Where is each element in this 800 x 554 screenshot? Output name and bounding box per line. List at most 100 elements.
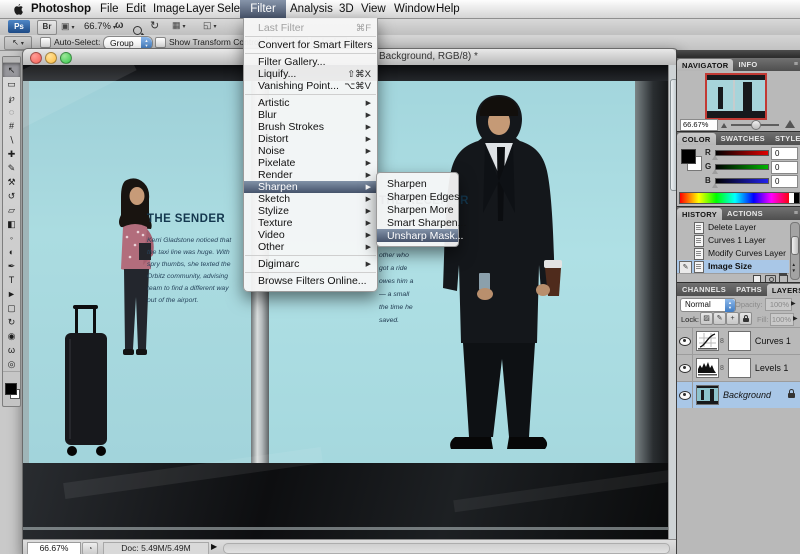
tool-3d-rotate[interactable]: ↻ — [3, 315, 20, 329]
visibility-toggle[interactable] — [677, 382, 693, 408]
menubar-item-analysis[interactable]: Analysis — [285, 0, 338, 18]
zoom-in-icon[interactable] — [785, 120, 795, 128]
zoom-level-dropdown[interactable]: 66.7%▾ — [84, 18, 116, 35]
red-value-field[interactable]: 0 — [771, 147, 798, 160]
background-layer-thumbnail[interactable] — [696, 385, 719, 405]
menubar-item-filter-active[interactable]: Filter — [240, 0, 286, 18]
layer-row-background-selected[interactable]: Background — [677, 381, 800, 408]
close-window-button[interactable] — [30, 52, 42, 64]
history-state-curves-1-layer[interactable]: Curves 1 Layer — [677, 234, 789, 247]
green-slider-thumb[interactable] — [712, 169, 718, 174]
tool-lasso[interactable]: ℘ — [3, 91, 20, 105]
tool-rectangular-marquee[interactable]: ▭ — [3, 77, 20, 91]
tab-info[interactable]: INFO — [733, 58, 762, 72]
menu-item-vanishing-point[interactable]: Vanishing Point...⌥⌘V — [244, 80, 377, 92]
history-state-delete-layer[interactable]: Delete Layer — [677, 221, 789, 234]
status-pie-icon[interactable]: ◔ — [82, 542, 98, 554]
history-state-image-size-selected[interactable]: ✎Image Size — [677, 260, 789, 273]
zoom-out-icon[interactable] — [721, 123, 727, 128]
menu-item-video[interactable]: Video▶ — [244, 229, 377, 241]
view-extras-button[interactable]: ▣▾ — [61, 21, 75, 32]
submenu-item-sharpen-more[interactable]: Sharpen More — [377, 203, 458, 216]
tool-crop[interactable]: # — [3, 119, 20, 133]
visibility-toggle[interactable] — [677, 328, 693, 354]
scroll-up-arrow[interactable]: ▲ — [792, 262, 796, 267]
tool-3d-orbit[interactable]: ◉ — [3, 329, 20, 343]
lock-all-button[interactable] — [739, 312, 752, 325]
opacity-value-field[interactable]: 100% — [765, 298, 792, 311]
menu-item-liquify[interactable]: Liquify...⇧⌘X — [244, 68, 377, 80]
menu-item-distort[interactable]: Distort▶ — [244, 133, 377, 145]
menubar-item-3d[interactable]: 3D — [334, 0, 359, 18]
layer-mask-thumbnail[interactable] — [728, 358, 751, 378]
rotate-view-icon[interactable]: ↻ — [150, 19, 159, 32]
red-slider-thumb[interactable] — [712, 155, 718, 160]
blue-slider[interactable] — [715, 178, 769, 184]
submenu-item-sharpen-edges[interactable]: Sharpen Edges — [377, 190, 458, 203]
menu-item-filter-gallery[interactable]: Filter Gallery... — [244, 56, 377, 68]
show-transform-controls-checkbox[interactable] — [155, 37, 166, 48]
submenu-item-sharpen[interactable]: Sharpen — [377, 177, 458, 190]
menubar-item-view[interactable]: View — [356, 0, 391, 18]
menu-item-sketch[interactable]: Sketch▶ — [244, 193, 377, 205]
menu-item-blur[interactable]: Blur▶ — [244, 109, 377, 121]
menu-item-artistic[interactable]: Artistic▶ — [244, 97, 377, 109]
green-value-field[interactable]: 0 — [771, 161, 798, 174]
slider-thumb[interactable] — [751, 120, 761, 130]
scroll-down-arrow[interactable]: ▼ — [792, 268, 796, 273]
tool-gradient[interactable]: ◧ — [3, 217, 20, 231]
blend-mode-dropdown[interactable]: Normal ▲▼ — [680, 298, 736, 312]
tool-move[interactable]: ↖ — [3, 63, 20, 77]
zoom-window-button[interactable] — [60, 52, 72, 64]
menubar-item-help[interactable]: Help — [431, 0, 465, 18]
tool-eyedropper[interactable]: ∖ — [3, 133, 20, 147]
lock-position-button[interactable]: + — [726, 312, 739, 325]
tab-swatches[interactable]: SWATCHES — [716, 132, 770, 146]
menu-item-noise[interactable]: Noise▶ — [244, 145, 377, 157]
menu-item-texture[interactable]: Texture▶ — [244, 217, 377, 229]
menu-item-browse-filters-online[interactable]: Browse Filters Online... — [244, 275, 377, 287]
visibility-toggle[interactable] — [677, 355, 693, 381]
navigator-proxy-preview[interactable] — [705, 73, 767, 120]
menubar-item-photoshop[interactable]: Photoshop — [26, 0, 96, 18]
menubar-item-edit[interactable]: Edit — [121, 0, 151, 18]
lock-pixels-button[interactable]: ✎ — [713, 312, 726, 325]
tool-brush[interactable]: ✎ — [3, 161, 20, 175]
tool-path-selection[interactable]: ► — [3, 287, 20, 301]
tool-quick-selection[interactable]: ◌ — [3, 105, 20, 119]
tab-styles[interactable]: STYLES — [770, 132, 800, 146]
launch-bridge-button[interactable]: Br — [37, 20, 57, 35]
screen-mode-button[interactable]: ◱▾ — [203, 20, 217, 31]
status-zoom-field[interactable]: 66.67% — [27, 542, 81, 554]
tool-blur[interactable]: ◦ — [3, 231, 20, 245]
hand-tool-icon[interactable]: ω — [115, 20, 123, 31]
fill-value-field[interactable]: 100% — [770, 313, 794, 326]
lock-transparency-button[interactable]: ▨ — [700, 312, 713, 325]
foreground-color-swatch[interactable] — [681, 149, 696, 164]
panel-menu-icon[interactable]: ≡ — [794, 207, 800, 221]
tool-hand[interactable]: ω — [3, 343, 20, 357]
navigator-zoom-field[interactable]: 66.67% — [680, 119, 718, 131]
menu-item-convert-for-smart-filters[interactable]: Convert for Smart Filters — [244, 39, 377, 51]
dock-header[interactable] — [677, 50, 800, 57]
tool-eraser[interactable]: ▱ — [3, 203, 20, 217]
green-slider[interactable] — [715, 164, 769, 170]
horizontal-scrollbar[interactable] — [223, 543, 670, 554]
opacity-slider-arrow[interactable]: ▶ — [791, 300, 796, 307]
tool-dodge[interactable]: ◐ — [3, 245, 20, 259]
tab-actions[interactable]: ACTIONS — [722, 207, 768, 221]
red-slider[interactable] — [715, 150, 769, 156]
arrange-documents-button[interactable]: ▦▾ — [172, 20, 186, 31]
minimize-window-button[interactable] — [45, 52, 57, 64]
tab-channels[interactable]: CHANNELS — [677, 283, 731, 297]
menu-item-other[interactable]: Other▶ — [244, 241, 377, 253]
menubar-item-file[interactable]: File — [95, 0, 124, 18]
black-swatch[interactable] — [794, 192, 800, 204]
menu-item-pixelate[interactable]: Pixelate▶ — [244, 157, 377, 169]
tab-paths[interactable]: PATHS — [731, 283, 767, 297]
menu-item-stylize[interactable]: Stylize▶ — [244, 205, 377, 217]
menu-item-digimarc[interactable]: Digimarc▶ — [244, 258, 377, 270]
document-size-info[interactable]: Doc: 5.49M/5.49M — [103, 542, 209, 554]
menu-item-sharpen-highlighted[interactable]: Sharpen▶ — [244, 181, 377, 193]
menu-item-render[interactable]: Render▶ — [244, 169, 377, 181]
